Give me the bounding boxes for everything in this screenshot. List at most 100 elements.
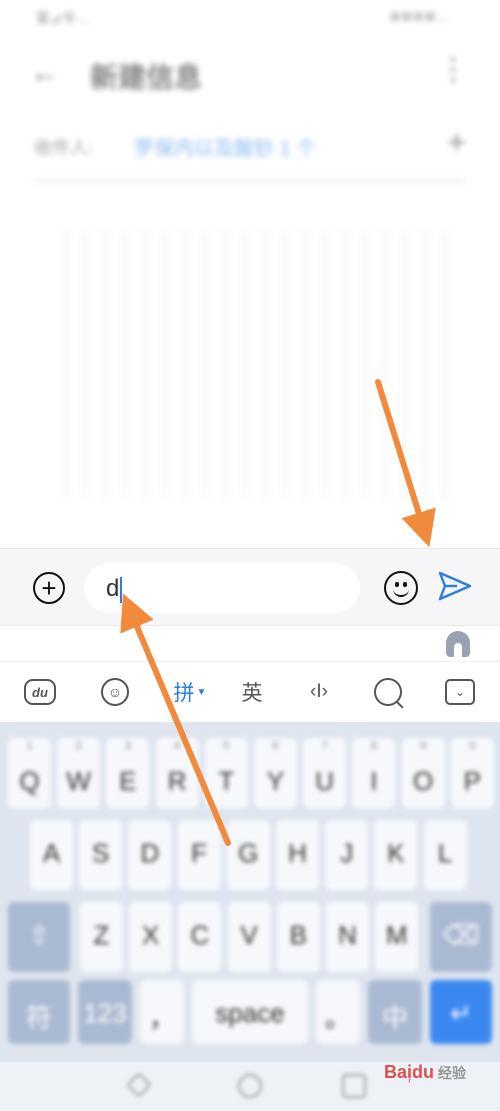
recipient-value[interactable]: 罗保内以及酸钞 1 个 <box>134 132 316 161</box>
key-label: ⌫ <box>442 920 480 950</box>
key-number: 3 <box>124 740 131 752</box>
app-header: ← 新建信息 ⋮ <box>0 44 500 104</box>
key-number: 9 <box>420 740 427 752</box>
key-number: 6 <box>272 740 279 752</box>
arrow-left-icon[interactable]: ← <box>30 56 60 90</box>
emoji-panel-icon[interactable]: ☺ <box>101 678 129 706</box>
sms-compose-screen: 爱⊿令… ⊕⊕⊕⊕… ← 新建信息 ⋮ 收件人: 罗保内以及酸钞 1 个 + +… <box>0 0 500 1111</box>
key-number: 0 <box>469 740 476 752</box>
search-icon[interactable] <box>374 678 402 706</box>
key-q[interactable]: 1Q <box>8 738 51 808</box>
key-label: ， <box>148 1003 175 1033</box>
key-number: 2 <box>75 740 82 752</box>
send-icon[interactable] <box>437 568 473 604</box>
shift-key[interactable]: ⇧ <box>8 902 70 972</box>
key-label: V <box>240 920 258 950</box>
page-title: 新建信息 <box>90 62 203 93</box>
pinyin-label: 拼 <box>173 682 195 705</box>
key-v[interactable]: V <box>227 902 271 972</box>
tip-icon[interactable] <box>446 631 470 657</box>
plus-circle-icon[interactable]: + <box>33 572 65 604</box>
pinyin-mode-button[interactable]: 拼 ▼ <box>168 676 212 708</box>
key-label: G <box>238 838 259 868</box>
key-y[interactable]: 6Y <box>254 738 297 808</box>
key-h[interactable]: H <box>276 820 319 890</box>
key-label: F <box>191 838 208 868</box>
key-label: K <box>387 838 405 868</box>
space-key[interactable]: space <box>192 980 308 1044</box>
watermark-brand: Bai᷊du <box>384 1062 435 1082</box>
key-label: 符 <box>25 1003 52 1033</box>
nav-recent-icon[interactable] <box>342 1074 366 1098</box>
key-number: 4 <box>174 740 181 752</box>
ime-toolbar: du ☺ 拼 ▼ 英 ‹I› ⌄ <box>0 661 500 721</box>
key-label: B <box>289 920 307 950</box>
status-bar: 爱⊿令… ⊕⊕⊕⊕… <box>0 0 500 36</box>
comma-key[interactable]: ， <box>140 980 184 1044</box>
key-number: 1 <box>26 740 33 752</box>
watermark-suffix: 经验 <box>438 1065 467 1081</box>
key-label: E <box>119 766 137 796</box>
nav-back-icon[interactable] <box>126 1072 152 1098</box>
key-label: Z <box>93 920 110 950</box>
key-l[interactable]: L <box>423 820 467 890</box>
keyboard: 1 Q 2 W 3 E 4 R 5 T 6 Y 7 U 8 I 9 O 0 P A S D F G H J K L ⇧ Z X C V B N M ⌫ 符 1… <box>0 722 500 1062</box>
plus-icon[interactable]: + <box>447 124 466 161</box>
du-logo-icon[interactable]: du <box>24 679 56 705</box>
key-i[interactable]: 8I <box>352 738 396 808</box>
key-label: 中 <box>381 1003 408 1033</box>
delete-key[interactable]: ⌫ <box>430 902 492 972</box>
message-input[interactable]: d <box>84 563 360 613</box>
key-f[interactable]: F <box>177 820 221 890</box>
language-key[interactable]: 中 <box>368 980 422 1044</box>
key-a[interactable]: A <box>30 820 73 890</box>
key-o[interactable]: 9O <box>401 738 445 808</box>
more-vertical-icon[interactable]: ⋮ <box>438 52 468 87</box>
recipient-label: 收件人: <box>34 138 94 158</box>
recipient-row[interactable]: 收件人: 罗保内以及酸钞 1 个 + <box>0 116 500 176</box>
key-label: L <box>437 838 453 868</box>
key-e[interactable]: 3E <box>106 738 150 808</box>
key-d[interactable]: D <box>128 820 172 890</box>
smiley-icon[interactable] <box>384 571 418 605</box>
key-r[interactable]: 4R <box>155 738 199 808</box>
key-label: I <box>370 766 378 796</box>
key-label: R <box>167 766 187 796</box>
key-x[interactable]: X <box>129 902 173 972</box>
key-b[interactable]: B <box>276 902 320 972</box>
key-label: N <box>338 920 357 950</box>
key-label: O <box>412 766 434 796</box>
key-u[interactable]: 7U <box>303 738 347 808</box>
key-z[interactable]: Z <box>80 902 123 972</box>
text-cursor <box>120 576 123 603</box>
divider <box>34 180 466 182</box>
key-s[interactable]: S <box>79 820 123 890</box>
key-number: 7 <box>321 740 328 752</box>
english-mode-button[interactable]: 英 <box>238 676 266 708</box>
enter-key[interactable]: ↵ <box>430 980 492 1044</box>
number-mode-key[interactable]: 123 <box>78 980 132 1044</box>
key-n[interactable]: N <box>326 902 369 972</box>
key-m[interactable]: M <box>375 902 419 972</box>
symbol-key[interactable]: 符 <box>8 980 70 1044</box>
chevron-down-icon[interactable]: ⌄ <box>445 679 475 705</box>
key-number: 5 <box>223 740 230 752</box>
key-c[interactable]: C <box>178 902 222 972</box>
compose-bar: + d <box>0 548 500 626</box>
key-j[interactable]: J <box>325 820 369 890</box>
status-left-text: 爱⊿令… <box>36 10 90 26</box>
watermark: Bai᷊du 经验 <box>384 1062 466 1083</box>
key-label: W <box>66 766 91 796</box>
message-area <box>60 230 460 500</box>
key-k[interactable]: K <box>374 820 418 890</box>
key-label: Y <box>266 766 285 796</box>
key-label: X <box>142 920 160 950</box>
period-key[interactable]: 。 <box>316 980 360 1044</box>
key-w[interactable]: 2W <box>57 738 101 808</box>
key-g[interactable]: G <box>226 820 270 890</box>
nav-home-icon[interactable] <box>238 1074 262 1098</box>
key-p[interactable]: 0P <box>450 738 494 808</box>
message-input-text: d <box>106 575 120 602</box>
key-t[interactable]: 5T <box>204 738 248 808</box>
cursor-move-icon[interactable]: ‹I› <box>302 676 336 708</box>
